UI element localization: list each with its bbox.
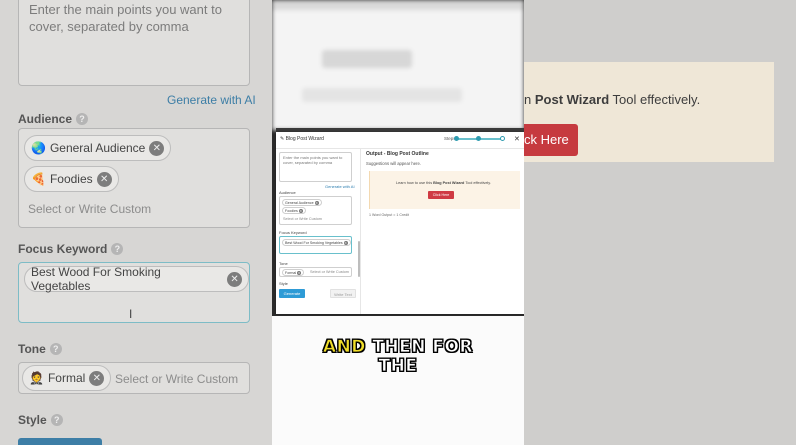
step-dot-1[interactable] bbox=[454, 136, 459, 141]
zoom-left-background: Enter the main points you want to cover,… bbox=[0, 0, 272, 445]
caption-line-1: AND THEN FOR bbox=[322, 337, 474, 357]
output-title: Output - Blog Post Outline bbox=[366, 151, 429, 157]
audience-label-zoom: Audience? bbox=[18, 112, 89, 126]
generate-with-ai-link[interactable]: Generate with AI bbox=[325, 184, 355, 189]
main-points-textarea[interactable]: Enter the main points you want to cover,… bbox=[279, 152, 352, 182]
remove-chip-icon: ✕ bbox=[227, 271, 242, 287]
remove-chip-icon[interactable]: ✕ bbox=[343, 240, 348, 245]
custom-placeholder: Select or Write Custom bbox=[310, 270, 349, 274]
help-text: Learn how to use this Blog Post Wizard T… bbox=[396, 181, 491, 185]
step-dot-2[interactable] bbox=[476, 136, 481, 141]
credit-note: 1 Word Output = 1 Credit bbox=[369, 213, 409, 217]
output-placeholder: Suggestions will appear here. bbox=[366, 161, 421, 166]
remove-chip-icon: ✕ bbox=[96, 171, 112, 187]
remove-chip-icon[interactable]: ✕ bbox=[314, 200, 319, 205]
help-icon: ? bbox=[76, 113, 89, 125]
scrollbar[interactable] bbox=[358, 241, 360, 277]
remove-chip-icon[interactable]: ✕ bbox=[297, 270, 302, 275]
tone-label: Tone bbox=[279, 261, 288, 266]
close-icon[interactable]: ✕ bbox=[514, 135, 520, 143]
help-icon: ? bbox=[111, 243, 124, 255]
remove-chip-icon[interactable]: ✕ bbox=[298, 208, 303, 213]
globe-icon: 🌏 bbox=[31, 141, 46, 155]
click-here-button-zoom: ck Here bbox=[524, 124, 578, 156]
step-dot-3[interactable] bbox=[500, 136, 505, 141]
pizza-icon: 🍕 bbox=[31, 172, 46, 186]
text-cursor-icon: I bbox=[129, 307, 133, 321]
zoom-right-background: n Post Wizard Tool effectively. ck Here bbox=[524, 0, 796, 445]
generate-with-ai-link-zoom: Generate with AI bbox=[167, 93, 256, 107]
audience-label: Audience bbox=[279, 190, 296, 195]
help-panel: Learn how to use this Blog Post Wizard T… bbox=[369, 171, 520, 209]
generate-button-zoom bbox=[18, 438, 102, 445]
blurred-page-top bbox=[272, 0, 524, 130]
caption-highlight: AND bbox=[322, 337, 366, 357]
focus-keyword-label: Focus Keyword bbox=[279, 230, 307, 235]
help-text-zoom: n Post Wizard Tool effectively. bbox=[524, 92, 701, 107]
chip-keyword[interactable]: Best Wood For Smoking Vegetables ✕ bbox=[282, 239, 351, 246]
custom-placeholder: Select or Write Custom bbox=[283, 217, 322, 221]
chip-general-audience: 🌏 General Audience ✕ bbox=[24, 135, 172, 161]
help-icon: ? bbox=[50, 414, 63, 426]
tone-field[interactable]: Formal ✕ Select or Write Custom bbox=[279, 267, 352, 277]
audience-field-zoom: 🌏 General Audience ✕ 🍕 Foodies ✕ Select or W… bbox=[18, 128, 250, 228]
chip-formal[interactable]: Formal ✕ bbox=[282, 269, 305, 276]
video-caption: AND THEN FOR THE bbox=[0, 337, 796, 376]
dialog-header: ✎ Blog Post Wizard Steps ✕ bbox=[276, 132, 524, 149]
dialog-title: ✎ Blog Post Wizard bbox=[280, 136, 324, 142]
focus-keyword-label-zoom: Focus Keyword? bbox=[18, 242, 124, 256]
chip-keyword: Best Wood For Smoking Vegetables ✕ bbox=[24, 265, 249, 293]
style-label-zoom: Style? bbox=[18, 413, 63, 427]
main-points-textarea-zoom: Enter the main points you want to cover,… bbox=[18, 0, 250, 86]
style-label: Style bbox=[279, 281, 288, 286]
focus-keyword-field[interactable]: Best Wood For Smoking Vegetables ✕ bbox=[279, 236, 352, 254]
write-text-button[interactable]: Write Text bbox=[330, 289, 356, 298]
chip-foodies[interactable]: Foodies ✕ bbox=[282, 207, 306, 214]
blog-post-wizard-dialog: ✎ Blog Post Wizard Steps ✕ Enter the mai… bbox=[276, 132, 524, 314]
chip-foodies: 🍕 Foodies ✕ bbox=[24, 166, 119, 192]
custom-placeholder-zoom: Select or Write Custom bbox=[28, 202, 152, 216]
chip-general-audience[interactable]: General Audience ✕ bbox=[282, 199, 322, 206]
generate-button[interactable]: Generate bbox=[279, 289, 305, 298]
caption-line-2: THE bbox=[378, 356, 418, 376]
remove-chip-icon: ✕ bbox=[149, 140, 165, 156]
audience-field[interactable]: General Audience ✕ Foodies ✕ Select or Wri… bbox=[279, 196, 352, 225]
focus-keyword-field-zoom: Best Wood For Smoking Vegetables ✕ I bbox=[18, 262, 250, 323]
blurred-page-bottom bbox=[272, 316, 524, 445]
click-here-button[interactable]: Click Here bbox=[428, 191, 454, 199]
